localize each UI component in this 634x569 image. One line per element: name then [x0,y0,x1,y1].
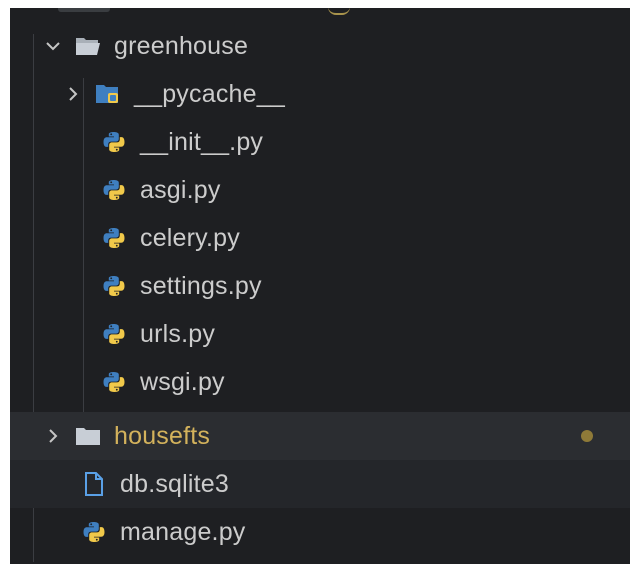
modified-indicator-dot [581,430,593,442]
tree-item-db-sqlite3[interactable]: db.sqlite3 [10,460,630,508]
tree-item-label: housefts [114,422,211,450]
tree-item-label: asgi.py [140,176,221,204]
tree-item-urls-py[interactable]: urls.py [10,310,630,358]
tree-item-init-py[interactable]: __init__.py [10,118,630,166]
tree-item-asgi-py[interactable]: asgi.py [10,166,630,214]
tree-item-pycache[interactable]: __pycache__ [10,70,630,118]
tree-item-label: celery.py [140,224,240,252]
tree-item-greenhouse[interactable]: greenhouse [10,22,630,70]
file-icon [80,470,108,498]
file-explorer-tree: greenhouse __pycache__ __init__.py asgi.… [10,8,630,564]
tree-item-label: wsgi.py [140,368,225,396]
python-icon [80,518,108,546]
folder-open-icon [74,32,102,60]
clipped-row-shape [58,8,110,12]
folder-icon [74,422,102,450]
tree-item-label: db.sqlite3 [120,470,230,498]
tree-item-label: manage.py [120,518,246,546]
python-icon [100,368,128,396]
python-icon [100,320,128,348]
python-icon [100,272,128,300]
scrolled-off-row [10,8,630,18]
chevron-down-icon[interactable] [44,34,62,58]
tree-item-label: settings.py [140,272,262,300]
tree-item-label: urls.py [140,320,216,348]
pycache-folder-icon [94,80,122,108]
chevron-right-icon[interactable] [44,424,62,448]
tree-item-wsgi-py[interactable]: wsgi.py [10,358,630,406]
tree-item-manage-py[interactable]: manage.py [10,508,630,556]
clipped-text-fragment [328,8,350,15]
tree-item-label: __pycache__ [134,80,285,108]
python-icon [100,224,128,252]
tree-item-label: greenhouse [114,32,249,60]
tree-item-housefts[interactable]: housefts [10,412,630,460]
tree-item-settings-py[interactable]: settings.py [10,262,630,310]
python-icon [100,128,128,156]
tree-item-celery-py[interactable]: celery.py [10,214,630,262]
chevron-right-icon[interactable] [64,82,82,106]
python-icon [100,176,128,204]
tree-item-label: __init__.py [140,128,264,156]
